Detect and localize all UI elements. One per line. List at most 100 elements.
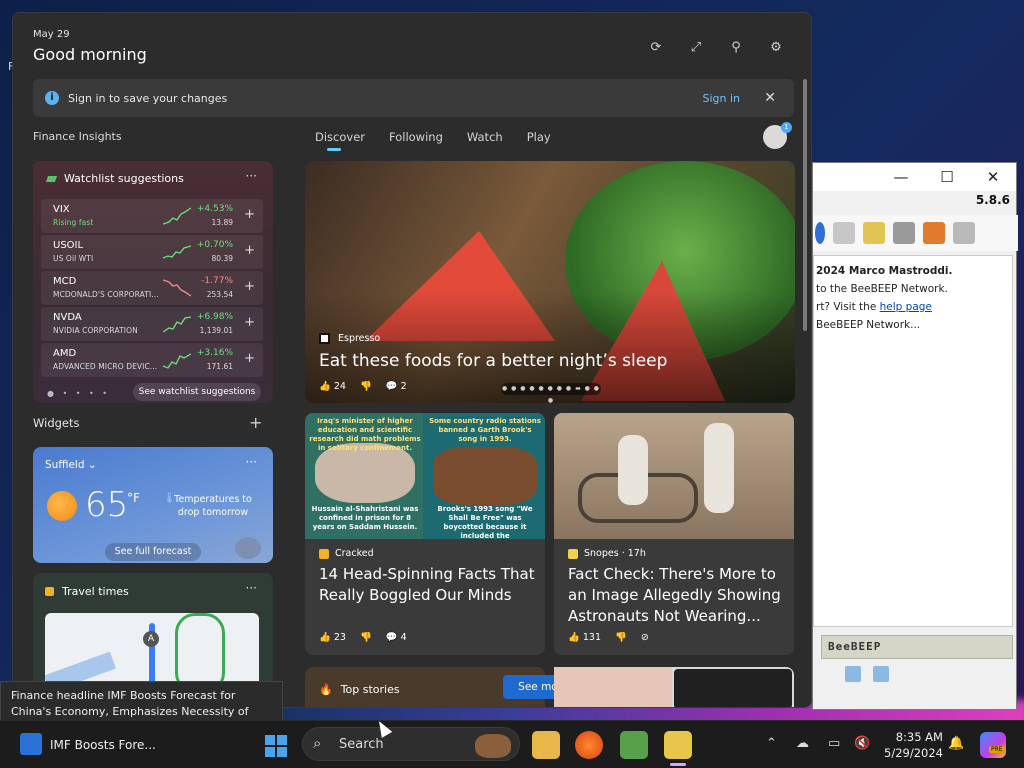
like-button[interactable]: 👍 23 — [319, 632, 346, 643]
emoticon-icon[interactable] — [845, 666, 861, 682]
see-watchlist-button[interactable]: See watchlist suggestions — [133, 383, 261, 401]
close-button[interactable]: ✕ — [970, 168, 1016, 186]
firefox-icon[interactable] — [575, 731, 603, 759]
comment-button[interactable]: 💬 2 — [386, 381, 407, 392]
card-title[interactable]: 14 Head-Spinning Facts That Really Boggl… — [319, 564, 535, 606]
astronaut-figure — [618, 435, 648, 505]
hero-source: Espresso — [319, 333, 380, 344]
news-ticker-label[interactable]: IMF Boosts Fore... — [50, 738, 156, 752]
minimize-button[interactable]: — — [878, 168, 924, 186]
watchlist-row[interactable]: MCD MCDONALD'S CORPORATI... -1.77% 253.5… — [41, 271, 263, 305]
weather-city[interactable]: Suffield ⌄ — [45, 459, 97, 471]
hide-icon[interactable]: ⊘ — [641, 632, 649, 643]
copilot-icon[interactable]: PRE — [980, 732, 1006, 758]
globe-icon[interactable] — [815, 222, 825, 244]
hero-article[interactable]: Espresso Eat these foods for a better ni… — [305, 161, 795, 403]
book-icon[interactable] — [923, 222, 945, 244]
travel-title: Travel times — [45, 585, 129, 598]
refresh-icon[interactable]: ⟳ — [647, 39, 665, 57]
dislike-icon[interactable]: 👎 — [360, 632, 372, 643]
watchlist-title: Watchlist suggestions — [45, 172, 184, 185]
ticker-price: 171.61 — [206, 362, 233, 371]
sparkline — [163, 279, 191, 297]
watchlist-row[interactable]: VIX Rising fast +4.53% 13.89 + — [41, 199, 263, 233]
add-widget-icon[interactable]: + — [249, 413, 262, 432]
dislike-icon[interactable]: 👎 — [615, 632, 627, 643]
start-button[interactable] — [265, 735, 287, 757]
image-text-left: Iraq's minister of higher education and … — [309, 417, 421, 452]
tab-following[interactable]: Following — [389, 130, 443, 144]
like-count: 24 — [333, 381, 346, 392]
more-options-icon[interactable]: ··· — [246, 455, 257, 469]
like-button[interactable]: 👍 131 — [568, 632, 601, 643]
signin-bar: i Sign in to save your changes Sign in ✕ — [33, 79, 794, 117]
chevron-up-icon[interactable]: ⌃ — [766, 736, 777, 751]
display-icon[interactable]: ▭ — [828, 736, 840, 751]
more-options-icon[interactable]: ··· — [246, 581, 257, 595]
card-title[interactable]: Fact Check: There's More to an Image All… — [568, 564, 784, 627]
tab-watch[interactable]: Watch — [467, 130, 503, 144]
beebeep-app-icon[interactable] — [664, 731, 692, 766]
expand-icon[interactable]: ⤢ — [687, 39, 705, 57]
trash-icon[interactable] — [953, 222, 975, 244]
scrollbar[interactable] — [803, 79, 807, 331]
tab-play[interactable]: Play — [527, 130, 551, 144]
ticker-change: +6.98% — [196, 312, 233, 322]
ticker-price: 80.39 — [211, 254, 233, 263]
folder-icon[interactable] — [833, 222, 855, 244]
signin-message: Sign in to save your changes — [68, 91, 228, 105]
network-off-icon[interactable]: ☁ — [796, 736, 809, 751]
add-icon[interactable]: + — [244, 351, 255, 366]
pager-dots[interactable]: ● • • • • — [47, 389, 110, 398]
gear-icon[interactable]: ⚙ — [767, 39, 785, 57]
send-file-icon[interactable] — [873, 666, 889, 682]
hero-actions: 👍 24 👎 💬 2 — [319, 381, 407, 392]
sparkline — [163, 316, 191, 333]
greeting: Good morning — [33, 45, 147, 64]
volume-muted-icon[interactable]: 🔇 — [854, 736, 870, 751]
news-widget-icon[interactable] — [20, 733, 42, 755]
add-icon[interactable]: + — [244, 315, 255, 330]
watchlist-row[interactable]: AMD ADVANCED MICRO DEVIC... +3.16% 171.6… — [41, 343, 263, 377]
file-explorer-icon[interactable] — [532, 731, 560, 759]
add-icon[interactable]: + — [244, 243, 255, 258]
help-page-link[interactable]: help page — [880, 301, 932, 313]
sparkline — [163, 207, 191, 225]
image-caption-left: Hussain al-Shahristani was confined in p… — [311, 505, 419, 531]
travel-title-text: Travel times — [62, 585, 129, 598]
taskbar: IMF Boosts Fore... ⌕ Search ⌃ ☁ ▭ 🔇 8:35… — [0, 720, 1024, 768]
clock[interactable]: 8:35 AM 5/29/2024 — [884, 729, 943, 761]
more-options-icon[interactable]: ··· — [246, 169, 257, 183]
ticker-subtitle: NVIDIA CORPORATION — [53, 326, 138, 335]
top-stories-card: 🔥Top stories See more › — [305, 667, 591, 707]
hero-title[interactable]: Eat these foods for a better night’s sle… — [319, 351, 667, 371]
dislike-icon[interactable]: 👎 — [360, 381, 372, 392]
article-card[interactable]: Iraq's minister of higher education and … — [305, 413, 545, 655]
tab-discover[interactable]: Discover — [315, 130, 365, 151]
notification-bell-icon[interactable]: 🔔 — [948, 736, 964, 751]
article-card[interactable] — [554, 667, 794, 707]
weather-widget[interactable]: Suffield ⌄ ··· 65 °F 🌡 Temperatures to d… — [33, 447, 273, 563]
article-card[interactable]: Snopes · 17h Fact Check: There's More to… — [554, 413, 794, 655]
map-pin-icon[interactable]: A — [143, 631, 159, 647]
close-icon[interactable]: ✕ — [764, 90, 776, 106]
add-icon[interactable]: + — [244, 279, 255, 294]
like-button[interactable]: 👍 24 — [319, 381, 346, 392]
comment-button[interactable]: 💬 4 — [386, 632, 407, 643]
ticker-symbol: VIX — [53, 204, 70, 215]
edit-icon[interactable] — [863, 222, 885, 244]
maximize-button[interactable]: ☐ — [924, 168, 970, 186]
settings-icon[interactable] — [893, 222, 915, 244]
carousel-indicator[interactable]: ● ● ● ● ● ● ● ● ▬ ● ● ● — [501, 383, 601, 403]
pin-icon[interactable]: ⚲ — [727, 39, 745, 57]
card-actions: 👍 23 👎 💬 4 — [319, 632, 407, 643]
signin-link[interactable]: Sign in — [702, 92, 740, 105]
beebeep-window[interactable]: — ☐ ✕ 5.8.6 2024 Marco Mastroddi. to the… — [812, 162, 1018, 710]
network-app-icon[interactable] — [620, 731, 648, 759]
watchlist-row[interactable]: USOIL US Oil WTI +0.70% 80.39 + — [41, 235, 263, 269]
watchlist-row[interactable]: NVDA NVIDIA CORPORATION +6.98% 1,139.01 … — [41, 307, 263, 341]
search-placeholder: Search — [339, 737, 384, 752]
add-icon[interactable]: + — [244, 207, 255, 222]
search-box[interactable]: ⌕ Search — [302, 727, 520, 761]
full-forecast-button[interactable]: See full forecast — [105, 543, 201, 561]
